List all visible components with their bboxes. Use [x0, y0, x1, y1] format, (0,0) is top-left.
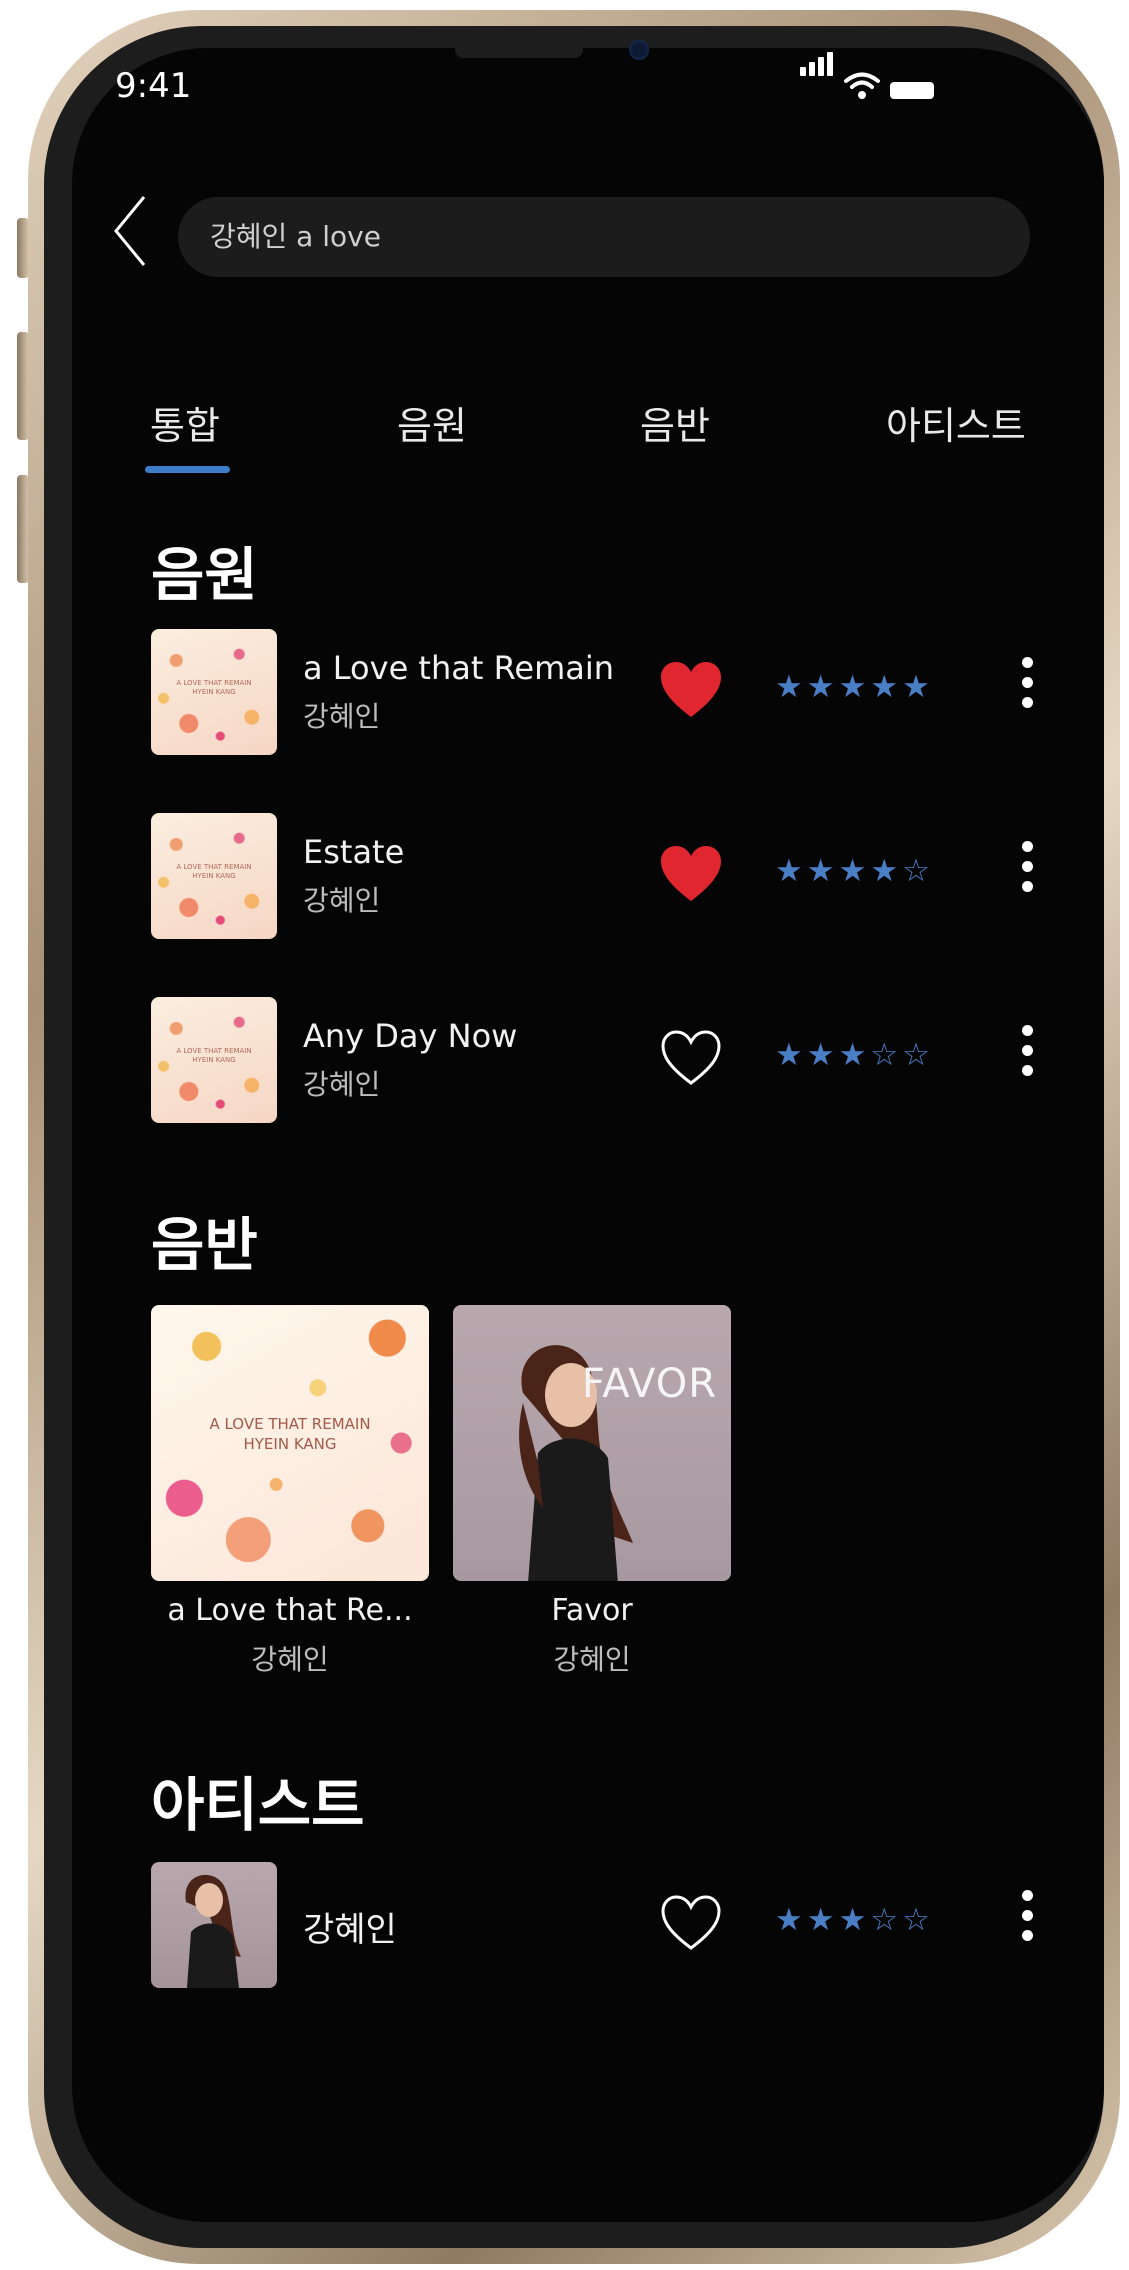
front-camera	[629, 40, 649, 60]
song-row[interactable]: A LOVE THAT REMAIN HYEIN KANG a Love tha…	[151, 629, 1033, 759]
album-cover: FAVOR	[453, 1305, 731, 1581]
tab-integrated[interactable]: 통합	[150, 395, 220, 450]
album-title: Favor	[551, 1593, 633, 1628]
album-artist: 강혜인	[251, 1643, 329, 1676]
section-title-songs: 음원	[151, 541, 258, 609]
more-vertical-icon[interactable]	[1019, 657, 1035, 721]
active-tab-indicator	[145, 466, 230, 473]
heart-icon[interactable]	[659, 845, 723, 905]
tab-songs[interactable]: 음원	[397, 395, 467, 450]
more-vertical-icon[interactable]	[1019, 841, 1035, 905]
star-rating[interactable]: ★★★☆☆	[775, 1037, 934, 1073]
section-title-artists: 아티스트	[151, 1771, 365, 1839]
more-vertical-icon[interactable]	[1019, 1890, 1035, 1954]
artist-row[interactable]: 강혜인 ★★★☆☆	[151, 1862, 1033, 1992]
song-artist: 강혜인	[303, 700, 381, 733]
heart-icon[interactable]	[659, 661, 723, 721]
song-title: Any Day Now	[303, 1017, 518, 1055]
speaker-grille	[455, 42, 583, 58]
battery-icon	[890, 82, 934, 99]
album-cover: A LOVE THAT REMAIN HYEIN KANG	[151, 1305, 429, 1581]
song-row[interactable]: A LOVE THAT REMAIN HYEIN KANG Any Day No…	[151, 997, 1033, 1127]
tab-albums[interactable]: 음반	[640, 395, 710, 450]
search-input[interactable]: 강혜인 a love	[178, 197, 1030, 277]
status-time: 9:41	[115, 66, 192, 106]
album-card[interactable]: FAVOR Favor 강혜인	[453, 1305, 731, 1678]
wifi-icon	[844, 72, 880, 99]
song-row[interactable]: A LOVE THAT REMAIN HYEIN KANG Estate 강혜인…	[151, 813, 1033, 943]
artist-name: 강혜인	[303, 1910, 397, 1950]
album-thumbnail: A LOVE THAT REMAIN HYEIN KANG	[151, 813, 277, 939]
tab-artists[interactable]: 아티스트	[886, 395, 1026, 450]
song-artist: 강혜인	[303, 884, 381, 917]
heart-outline-icon[interactable]	[659, 1029, 723, 1089]
chevron-left-icon[interactable]	[110, 193, 150, 269]
star-rating[interactable]: ★★★☆☆	[775, 1902, 934, 1938]
artist-avatar	[151, 1862, 277, 1988]
heart-outline-icon[interactable]	[659, 1894, 723, 1954]
star-rating[interactable]: ★★★★★	[775, 669, 934, 705]
album-title: a Love that Re...	[167, 1593, 413, 1628]
more-vertical-icon[interactable]	[1019, 1025, 1035, 1089]
album-artist: 강혜인	[553, 1643, 631, 1676]
album-card[interactable]: A LOVE THAT REMAIN HYEIN KANG a Love tha…	[151, 1305, 429, 1678]
star-rating[interactable]: ★★★★☆	[775, 853, 934, 889]
song-title: a Love that Remain	[303, 649, 615, 687]
section-title-albums: 음반	[151, 1211, 258, 1279]
album-thumbnail: A LOVE THAT REMAIN HYEIN KANG	[151, 997, 277, 1123]
status-icons	[800, 52, 934, 104]
song-title: Estate	[303, 833, 405, 871]
song-artist: 강혜인	[303, 1068, 381, 1101]
album-thumbnail: A LOVE THAT REMAIN HYEIN KANG	[151, 629, 277, 755]
